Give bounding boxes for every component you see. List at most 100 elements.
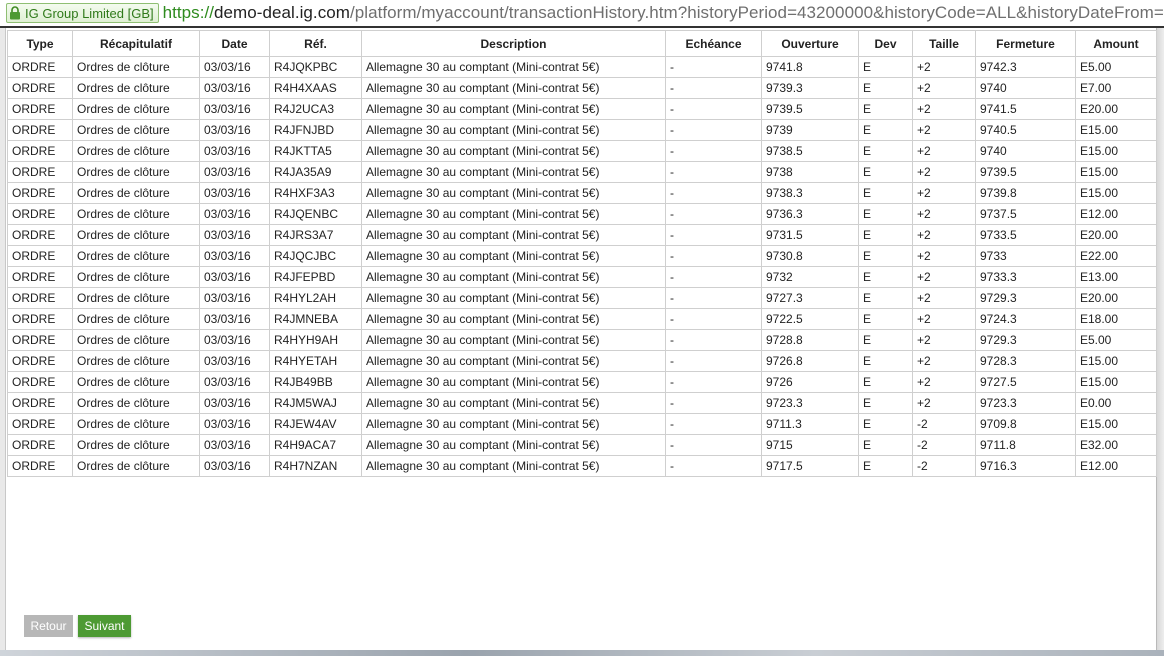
cell-closing: 9723.3 [975, 392, 1076, 414]
table-row: ORDRE Ordres de clôture 03/03/16 R4J2UCA3 Al… [7, 98, 1157, 120]
cell-expiry: - [665, 413, 762, 435]
cell-expiry: - [665, 161, 762, 183]
column-header-opening: Ouverture [761, 30, 859, 57]
cell-summary: Ordres de clôture [72, 455, 200, 477]
cell-type: ORDRE [7, 455, 73, 477]
cell-currency: E [858, 245, 913, 267]
transaction-history-table: Type Récapitulatif Date Réf. Description Eché… [7, 30, 1157, 477]
back-button[interactable]: Retour [24, 615, 73, 637]
table-row: ORDRE Ordres de clôture 03/03/16 R4JEW4AV Al… [7, 413, 1157, 435]
cell-amount: E20.00 [1075, 224, 1157, 246]
cell-type: ORDRE [7, 56, 73, 78]
table-row: ORDRE Ordres de clôture 03/03/16 R4JRS3A7 Al… [7, 224, 1157, 246]
cell-date: 03/03/16 [199, 245, 270, 267]
cell-closing: 9729.3 [975, 287, 1076, 309]
cell-expiry: - [665, 56, 762, 78]
table-row: ORDRE Ordres de clôture 03/03/16 R4JB49BB Al… [7, 371, 1157, 393]
next-button[interactable]: Suivant [78, 615, 131, 637]
cell-date: 03/03/16 [199, 308, 270, 330]
cell-date: 03/03/16 [199, 455, 270, 477]
cell-expiry: - [665, 329, 762, 351]
cell-closing: 9741.5 [975, 98, 1076, 120]
window-frame-bottom [0, 650, 1164, 656]
cell-currency: E [858, 308, 913, 330]
cell-currency: E [858, 98, 913, 120]
cell-amount: E15.00 [1075, 350, 1157, 372]
cell-reference: R4JKTTA5 [269, 140, 362, 162]
table-row: ORDRE Ordres de clôture 03/03/16 R4HYETAH Al… [7, 350, 1157, 372]
cell-size: +2 [912, 371, 976, 393]
table-row: ORDRE Ordres de clôture 03/03/16 R4H4XAAS Al… [7, 77, 1157, 99]
cell-closing: 9733.3 [975, 266, 1076, 288]
cell-reference: R4JQCJBC [269, 245, 362, 267]
cell-currency: E [858, 203, 913, 225]
cell-opening: 9730.8 [761, 245, 859, 267]
cell-type: ORDRE [7, 224, 73, 246]
cell-description: Allemagne 30 au comptant (Mini-contrat 5… [361, 119, 666, 141]
cell-reference: R4JQENBC [269, 203, 362, 225]
cell-summary: Ordres de clôture [72, 434, 200, 456]
cell-summary: Ordres de clôture [72, 371, 200, 393]
cell-type: ORDRE [7, 245, 73, 267]
cell-description: Allemagne 30 au comptant (Mini-contrat 5… [361, 266, 666, 288]
cell-summary: Ordres de clôture [72, 266, 200, 288]
cell-description: Allemagne 30 au comptant (Mini-contrat 5… [361, 434, 666, 456]
cell-description: Allemagne 30 au comptant (Mini-contrat 5… [361, 203, 666, 225]
cell-type: ORDRE [7, 140, 73, 162]
cell-closing: 9739.5 [975, 161, 1076, 183]
cell-closing: 9724.3 [975, 308, 1076, 330]
cell-opening: 9728.8 [761, 329, 859, 351]
column-header-closing: Fermeture [975, 30, 1076, 57]
cell-opening: 9732 [761, 266, 859, 288]
cell-description: Allemagne 30 au comptant (Mini-contrat 5… [361, 329, 666, 351]
cell-description: Allemagne 30 au comptant (Mini-contrat 5… [361, 161, 666, 183]
cell-amount: E15.00 [1075, 182, 1157, 204]
table-row: ORDRE Ordres de clôture 03/03/16 R4H9ACA7 Al… [7, 434, 1157, 456]
url-text[interactable]: https://demo-deal.ig.com/platform/myacco… [163, 3, 1164, 23]
cell-closing: 9740 [975, 77, 1076, 99]
cell-currency: E [858, 392, 913, 414]
cell-description: Allemagne 30 au comptant (Mini-contrat 5… [361, 77, 666, 99]
cell-summary: Ordres de clôture [72, 245, 200, 267]
cell-size: +2 [912, 266, 976, 288]
cell-currency: E [858, 371, 913, 393]
cell-summary: Ordres de clôture [72, 182, 200, 204]
cell-type: ORDRE [7, 203, 73, 225]
cell-date: 03/03/16 [199, 350, 270, 372]
cell-currency: E [858, 182, 913, 204]
cell-amount: E15.00 [1075, 140, 1157, 162]
cell-amount: E20.00 [1075, 287, 1157, 309]
cell-closing: 9729.3 [975, 329, 1076, 351]
cell-size: +2 [912, 224, 976, 246]
cell-type: ORDRE [7, 98, 73, 120]
cell-reference: R4H9ACA7 [269, 434, 362, 456]
cell-amount: E32.00 [1075, 434, 1157, 456]
ev-certificate-badge[interactable]: IG Group Limited [GB] [6, 3, 159, 23]
cell-size: +2 [912, 287, 976, 309]
cell-currency: E [858, 140, 913, 162]
cell-amount: E5.00 [1075, 56, 1157, 78]
cell-expiry: - [665, 392, 762, 414]
cell-opening: 9736.3 [761, 203, 859, 225]
table-row: ORDRE Ordres de clôture 03/03/16 R4JFEPBD Al… [7, 266, 1157, 288]
cell-reference: R4HYH9AH [269, 329, 362, 351]
cell-description: Allemagne 30 au comptant (Mini-contrat 5… [361, 140, 666, 162]
cell-currency: E [858, 161, 913, 183]
cell-type: ORDRE [7, 392, 73, 414]
cell-date: 03/03/16 [199, 413, 270, 435]
cell-description: Allemagne 30 au comptant (Mini-contrat 5… [361, 413, 666, 435]
address-bar[interactable]: IG Group Limited [GB] https://demo-deal.… [0, 0, 1164, 28]
cell-opening: 9739.5 [761, 98, 859, 120]
cell-type: ORDRE [7, 161, 73, 183]
cell-opening: 9741.8 [761, 56, 859, 78]
column-header-description: Description [361, 30, 666, 57]
column-header-type: Type [7, 30, 73, 57]
cell-reference: R4JEW4AV [269, 413, 362, 435]
table-row: ORDRE Ordres de clôture 03/03/16 R4H7NZAN Al… [7, 455, 1157, 477]
cell-reference: R4HYL2AH [269, 287, 362, 309]
cell-amount: E12.00 [1075, 455, 1157, 477]
cell-expiry: - [665, 245, 762, 267]
cell-opening: 9731.5 [761, 224, 859, 246]
cell-closing: 9733 [975, 245, 1076, 267]
cell-date: 03/03/16 [199, 182, 270, 204]
